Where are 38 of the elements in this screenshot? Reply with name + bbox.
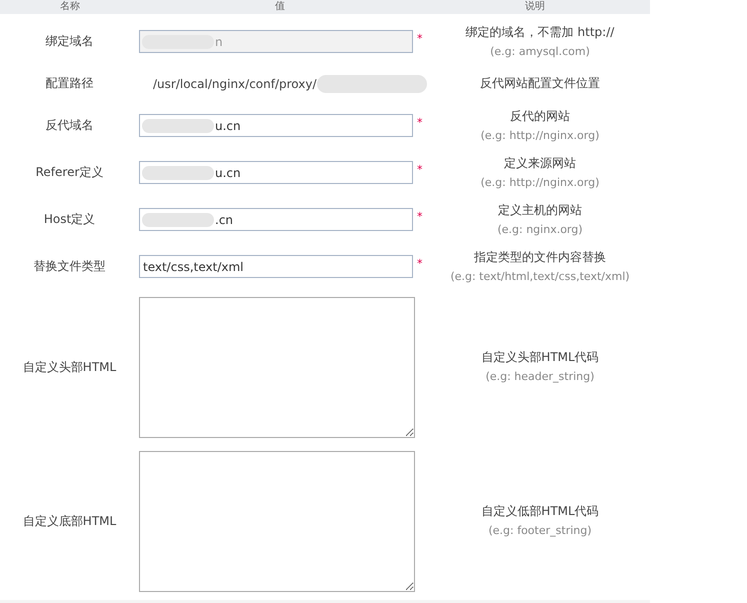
example-text: (e.g: amysql.com) (490, 44, 590, 60)
field-description: 定义来源网站 (504, 154, 576, 172)
example-text: (e.g: text/html,text/css,text/xml) (450, 268, 630, 284)
field-label: 自定义底部HTML (22, 514, 116, 528)
input-field[interactable]: text/css,text/xml (139, 255, 413, 278)
field-description: 指定类型的文件内容替换 (474, 248, 606, 266)
column-header: 名称 (59, 0, 81, 14)
field-description: 自定义头部HTML代码 (481, 349, 599, 366)
input-field[interactable]: .cn (139, 208, 413, 231)
config-path: /usr/local/nginx/conf/proxy/ (153, 76, 317, 90)
field-label: Referer定义 (36, 165, 104, 179)
field-description: 反代网站配置文件位置 (480, 75, 600, 92)
required-mark: * (417, 257, 422, 270)
input-field[interactable]: u.cn (139, 161, 413, 184)
example-text: (e.g: header_string) (486, 369, 594, 385)
required-mark: * (417, 210, 422, 223)
example-text: (e.g: http://nginx.org) (480, 174, 600, 190)
text-area[interactable] (139, 296, 415, 438)
field-description: 绑定的域名，不需加 http:// (466, 24, 614, 40)
column-header: 值 (274, 0, 286, 14)
example-text: (e.g: http://nginx.org) (480, 128, 600, 144)
column-header: 说明 (524, 0, 546, 14)
required-mark: * (417, 163, 422, 176)
example-text: (e.g: footer_string) (488, 523, 592, 539)
field-label: Host定义 (44, 212, 96, 226)
field-description: 自定义低部HTML代码 (481, 503, 599, 520)
field-label: 自定义头部HTML (22, 360, 116, 374)
required-mark: * (417, 32, 422, 45)
text-area[interactable] (139, 450, 415, 592)
input-field[interactable]: u.cn (139, 114, 413, 137)
field-label: 反代域名 (46, 118, 94, 132)
field-label: 配置路径 (46, 76, 94, 90)
field-label: 替换文件类型 (34, 259, 106, 273)
example-text: (e.g: nginx.org) (497, 222, 583, 238)
field-description: 反代的网站 (510, 108, 570, 124)
required-mark: * (417, 116, 422, 129)
field-label: 绑定域名 (46, 34, 94, 48)
field-description: 定义主机的网站 (498, 202, 582, 218)
